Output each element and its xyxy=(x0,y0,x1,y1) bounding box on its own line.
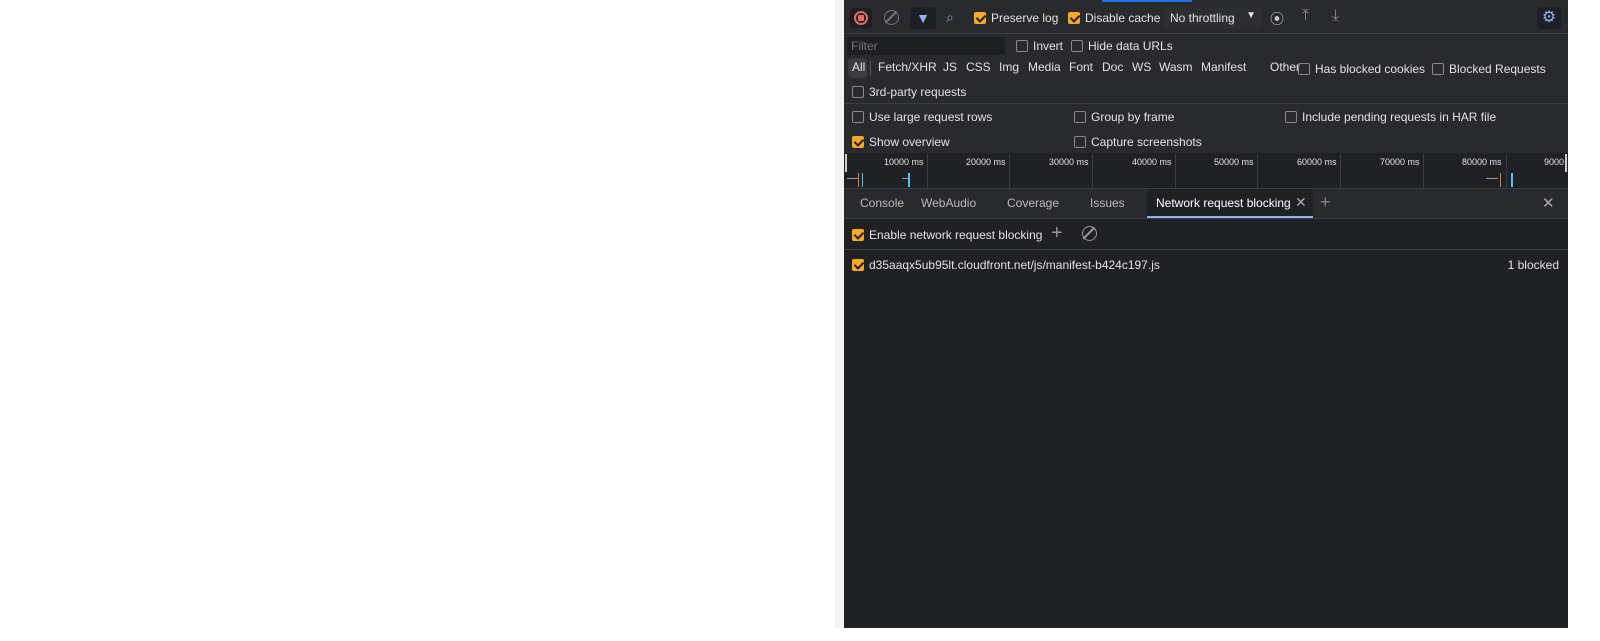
type-ws[interactable]: WS xyxy=(1132,60,1151,74)
export-har-icon[interactable]: ⤓ xyxy=(1332,7,1339,25)
blocked-requests-label: Blocked Requests xyxy=(1449,62,1546,76)
devtools-panel: ▼ ⌕ Preserve log Disable cache No thrott… xyxy=(844,0,1568,628)
add-pattern-icon[interactable]: + xyxy=(1051,222,1063,245)
enable-blocking-checkbox[interactable]: Enable network request blocking xyxy=(852,228,1042,242)
blocked-requests-checkbox[interactable]: Blocked Requests xyxy=(1432,62,1546,76)
stop-record-icon[interactable] xyxy=(850,8,872,28)
tab-webaudio[interactable]: WebAudio xyxy=(921,196,976,210)
import-har-icon[interactable]: ⤒ xyxy=(1302,7,1309,25)
disable-cache-checkbox[interactable]: Disable cache xyxy=(1068,11,1160,25)
add-tab-icon[interactable]: + xyxy=(1320,192,1331,213)
third-party-checkbox[interactable]: 3rd-party requests xyxy=(852,85,966,99)
blocked-pattern-row[interactable]: d35aaqx5ub95lt.cloudfront.net/js/manifes… xyxy=(844,252,1568,276)
tick-label: 20000 ms xyxy=(966,157,1006,167)
chevron-down-icon: ▼ xyxy=(1246,10,1256,21)
show-overview-label: Show overview xyxy=(869,135,950,149)
throttling-value: No throttling xyxy=(1170,11,1235,25)
filter-input[interactable] xyxy=(847,37,1005,55)
third-party-label: 3rd-party requests xyxy=(869,85,967,99)
close-drawer-icon[interactable]: ✕ xyxy=(1542,194,1555,212)
hide-data-urls-label: Hide data URLs xyxy=(1088,39,1173,53)
close-tab-icon[interactable]: ✕ xyxy=(1295,194,1307,211)
tick-label: 40000 ms xyxy=(1132,157,1172,167)
type-fetch-xhr[interactable]: Fetch/XHR xyxy=(878,60,937,74)
tab-issues[interactable]: Issues xyxy=(1090,196,1125,210)
filter-icon[interactable]: ▼ xyxy=(910,7,936,29)
overview-left-handle[interactable] xyxy=(845,154,847,172)
type-media[interactable]: Media xyxy=(1028,60,1061,74)
capture-screenshots-label: Capture screenshots xyxy=(1091,135,1202,149)
tab-console[interactable]: Console xyxy=(860,196,904,210)
include-pending-label: Include pending requests in HAR file xyxy=(1302,110,1497,124)
tick-label: 9000 xyxy=(1544,157,1565,167)
type-other[interactable]: Other xyxy=(1270,60,1300,74)
group-by-frame-label: Group by frame xyxy=(1091,110,1175,124)
capture-screenshots-checkbox[interactable]: Capture screenshots xyxy=(1074,135,1202,149)
network-overview[interactable] xyxy=(844,153,1568,188)
tab-coverage[interactable]: Coverage xyxy=(1007,196,1059,210)
pattern-checkbox[interactable]: d35aaqx5ub95lt.cloudfront.net/js/manifes… xyxy=(852,258,1160,272)
tick-label: 10000 ms xyxy=(884,157,924,167)
hide-data-urls-checkbox[interactable]: Hide data URLs xyxy=(1071,39,1173,53)
tick-label: 80000 ms xyxy=(1462,157,1502,167)
overview-right-handle[interactable] xyxy=(1565,154,1567,172)
type-js[interactable]: JS xyxy=(943,60,957,74)
gear-icon[interactable]: ⚙ xyxy=(1537,7,1561,29)
type-wasm[interactable]: Wasm xyxy=(1159,60,1193,74)
type-manifest[interactable]: Manifest xyxy=(1201,60,1246,74)
tick-label: 50000 ms xyxy=(1214,157,1254,167)
large-rows-checkbox[interactable]: Use large request rows xyxy=(852,110,992,124)
network-conditions-icon[interactable]: ⦿ xyxy=(1270,9,1284,29)
tick-label: 70000 ms xyxy=(1380,157,1420,167)
invert-checkbox[interactable]: Invert xyxy=(1016,39,1063,53)
enable-blocking-label: Enable network request blocking xyxy=(869,228,1043,242)
tick-label: 60000 ms xyxy=(1297,157,1337,167)
show-overview-checkbox[interactable]: Show overview xyxy=(852,135,950,149)
type-font[interactable]: Font xyxy=(1069,60,1093,74)
page-devtools-divider[interactable] xyxy=(835,0,844,628)
clear-patterns-icon[interactable] xyxy=(1082,226,1097,241)
group-by-frame-checkbox[interactable]: Group by frame xyxy=(1074,110,1174,124)
include-pending-checkbox[interactable]: Include pending requests in HAR file xyxy=(1285,110,1496,124)
disable-cache-label: Disable cache xyxy=(1085,11,1161,25)
has-blocked-cookies-label: Has blocked cookies xyxy=(1315,62,1426,76)
type-img[interactable]: Img xyxy=(999,60,1019,74)
type-css[interactable]: CSS xyxy=(966,60,991,74)
tab-network-request-blocking[interactable]: Network request blocking ✕ xyxy=(1147,189,1313,218)
large-rows-label: Use large request rows xyxy=(869,110,993,124)
tick-label: 30000 ms xyxy=(1049,157,1089,167)
tab-label: Network request blocking xyxy=(1156,196,1291,210)
has-blocked-cookies-checkbox[interactable]: Has blocked cookies xyxy=(1298,62,1425,76)
invert-label: Invert xyxy=(1033,39,1064,53)
search-icon[interactable]: ⌕ xyxy=(946,9,954,26)
preserve-log-label: Preserve log xyxy=(991,11,1059,25)
pattern-url: d35aaqx5ub95lt.cloudfront.net/js/manifes… xyxy=(869,258,1160,272)
active-panel-indicator xyxy=(1102,0,1192,2)
blocked-count: 1 blocked xyxy=(1507,258,1559,272)
type-doc[interactable]: Doc xyxy=(1102,60,1123,74)
type-all[interactable]: All xyxy=(852,60,865,74)
preserve-log-checkbox[interactable]: Preserve log xyxy=(974,11,1058,25)
throttling-select[interactable]: No throttling ▼ xyxy=(1164,7,1262,29)
clear-icon[interactable] xyxy=(884,10,899,25)
